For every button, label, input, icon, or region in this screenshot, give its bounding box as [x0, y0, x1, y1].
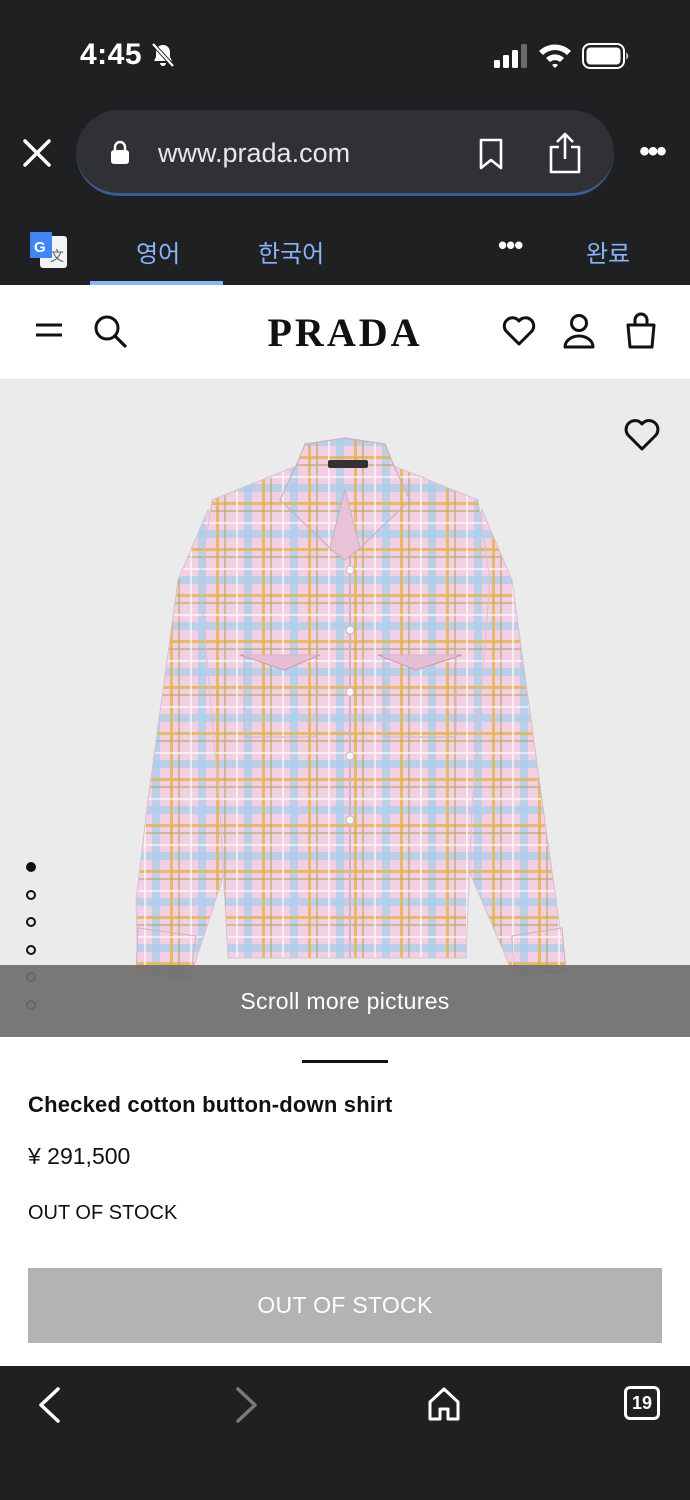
shirt-image — [135, 437, 567, 979]
close-icon[interactable] — [20, 136, 54, 170]
pagination-dot-1[interactable] — [26, 862, 36, 872]
battery-icon — [582, 43, 628, 69]
tab-source-language[interactable]: 영어 — [136, 234, 180, 269]
wifi-icon — [539, 44, 571, 68]
product-price: ¥ 291,500 — [28, 1143, 131, 1169]
tab-target-language[interactable]: 한국어 — [258, 234, 324, 269]
google-translate-icon: 文 G — [30, 232, 67, 268]
pagination-dot-4[interactable] — [26, 944, 36, 955]
svg-text:G: G — [34, 239, 46, 256]
stock-status: OUT OF STOCK — [28, 1202, 178, 1224]
translate-more-icon[interactable]: ••• — [498, 230, 523, 261]
wishlist-heart-icon[interactable] — [502, 315, 536, 347]
home-icon[interactable] — [426, 1386, 462, 1422]
bookmark-icon[interactable] — [478, 138, 504, 170]
shopping-bag-icon[interactable] — [624, 311, 658, 349]
more-options-icon[interactable]: ••• — [632, 137, 672, 170]
product-info: Checked cotton button-down shirt ¥ 291,5… — [0, 1037, 690, 1366]
site-header: PRADA — [0, 285, 690, 380]
svg-text:文: 文 — [50, 249, 64, 265]
tab-switcher-button[interactable]: 19 — [624, 1386, 660, 1420]
add-to-wishlist-icon[interactable] — [624, 418, 660, 452]
product-name: Checked cotton button-down shirt — [28, 1092, 393, 1117]
translate-done-button[interactable]: 완료 — [586, 234, 630, 269]
browser-bottom-nav: 19 — [0, 1366, 690, 1500]
pagination-dot-3[interactable] — [26, 917, 36, 927]
out-of-stock-button[interactable]: OUT OF STOCK — [28, 1268, 662, 1343]
status-bar: 4:45 — [0, 0, 690, 110]
forward-arrow-icon[interactable] — [234, 1386, 260, 1424]
browser-toolbar: www.prada.com ••• — [0, 110, 690, 200]
account-icon[interactable] — [562, 313, 596, 349]
cellular-signal-icon — [494, 44, 527, 68]
pagination-dot-2[interactable] — [26, 889, 36, 900]
url-text[interactable]: www.prada.com — [158, 138, 350, 169]
translate-bar: 文 G 영어 한국어 ••• 완료 — [0, 200, 690, 285]
lock-icon — [111, 140, 129, 164]
status-time: 4:45 — [80, 38, 143, 71]
address-bar[interactable]: www.prada.com — [76, 110, 614, 196]
share-icon[interactable] — [548, 132, 582, 174]
scroll-more-pictures-banner[interactable]: Scroll more pictures — [0, 965, 690, 1037]
back-arrow-icon[interactable] — [36, 1386, 62, 1424]
product-image-gallery[interactable]: Scroll more pictures — [0, 380, 690, 1037]
section-divider — [302, 1060, 388, 1063]
bell-muted-icon — [151, 42, 175, 68]
